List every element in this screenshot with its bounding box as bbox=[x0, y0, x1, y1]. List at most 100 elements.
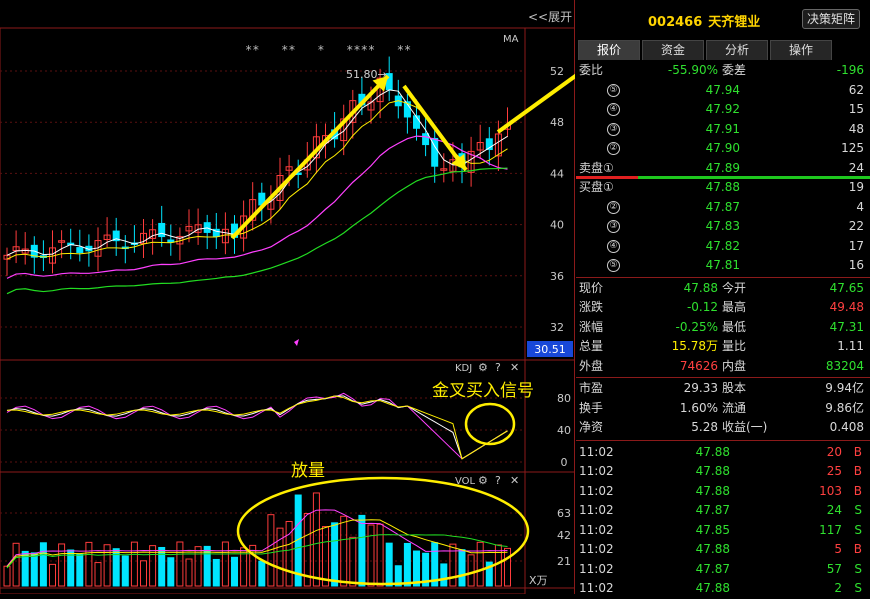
volume-bar-up bbox=[340, 515, 348, 587]
tab-analysis[interactable]: 分析 bbox=[706, 40, 768, 60]
buy-price: 47.82 bbox=[705, 238, 740, 253]
vol-unit: X万 bbox=[529, 574, 548, 587]
tick-volume: 103 bbox=[819, 483, 842, 498]
kline-chart-pane[interactable]: 52 48 44 40 36 32 MA ** ** * **** ** 30.51 51.80→… bbox=[0, 0, 575, 594]
quote-row[interactable]: 涨幅 -0.25% 最低 47.31 bbox=[576, 318, 870, 338]
help-icon: ? bbox=[495, 474, 501, 487]
sell-price: 47.90 bbox=[705, 141, 740, 155]
tick-side: S bbox=[854, 522, 862, 537]
help-icon: ? bbox=[495, 361, 501, 374]
fund-value-2: 9.94亿 bbox=[825, 381, 864, 395]
decision-matrix-button[interactable]: 决策矩阵 bbox=[802, 9, 860, 29]
buy-volume: 17 bbox=[848, 238, 864, 253]
buy-price: 47.83 bbox=[705, 219, 740, 233]
fund-label-1: 换手 bbox=[579, 400, 604, 415]
tick-row[interactable]: 11:02 47.88 20 B bbox=[576, 443, 870, 463]
volume-bar-down bbox=[413, 550, 420, 587]
kdj-label: KDJ bbox=[455, 363, 472, 374]
tick-time: 11:02 bbox=[579, 561, 614, 576]
tick-volume: 25 bbox=[826, 464, 842, 478]
quote-row[interactable]: 外盘 74626 内盘 83204 bbox=[576, 357, 870, 377]
level-marker: ④ bbox=[607, 103, 620, 116]
buy-volume: 4 bbox=[856, 199, 864, 214]
volume-bar-up bbox=[504, 547, 511, 587]
fundamental-row[interactable]: 市盈 29.33 股本 9.94亿 bbox=[576, 379, 870, 399]
tab-quote[interactable]: 报价 bbox=[578, 40, 640, 60]
volume-bar-down bbox=[121, 555, 129, 587]
sell-level-row[interactable]: ② 47.90 125 bbox=[576, 139, 870, 159]
sell-level-row[interactable]: ④ 47.92 15 bbox=[576, 100, 870, 120]
volume-bar-down bbox=[76, 553, 84, 587]
volume-bar-down bbox=[258, 560, 266, 587]
fund-value-1: 5.28 bbox=[691, 420, 718, 434]
price-tick-label: 32 bbox=[550, 321, 564, 334]
section-divider bbox=[576, 377, 870, 378]
tick-price: 47.88 bbox=[695, 542, 730, 556]
volume-bar-up bbox=[176, 541, 184, 587]
quote-label-2: 最高 bbox=[722, 300, 747, 314]
fund-label-1: 市盈 bbox=[579, 381, 604, 395]
fundamental-row[interactable]: 换手 1.60% 流通 9.86亿 bbox=[576, 399, 870, 419]
fundamental-row[interactable]: 净资 5.28 收益(一) 0.408 bbox=[576, 418, 870, 438]
tick-row[interactable]: 11:02 47.88 25 B bbox=[576, 462, 870, 482]
tick-row[interactable]: 11:02 47.87 57 S bbox=[576, 560, 870, 580]
vol-tick-label: 21 bbox=[557, 555, 571, 568]
buy-level-row[interactable]: ② 47.87 4 bbox=[576, 198, 870, 218]
tick-time: 11:02 bbox=[579, 444, 614, 459]
weibi-label: 委比 bbox=[579, 63, 604, 77]
volume-bar-up bbox=[467, 554, 475, 587]
volume-bar-down bbox=[331, 522, 339, 587]
buy-level-row[interactable]: ③ 47.83 22 bbox=[576, 217, 870, 237]
tab-operation[interactable]: 操作 bbox=[770, 40, 832, 60]
tick-time: 11:02 bbox=[579, 522, 614, 537]
tick-price: 47.85 bbox=[695, 522, 730, 537]
weicha-value: -196 bbox=[836, 63, 864, 77]
quote-value-2: 83204 bbox=[825, 358, 864, 373]
buy-level-row[interactable]: 买盘① 47.88 19 bbox=[576, 178, 870, 198]
volume-bar-up bbox=[376, 523, 384, 587]
quote-label-1: 涨跌 bbox=[579, 300, 604, 314]
sell-volume: 62 bbox=[848, 82, 864, 97]
tick-row[interactable]: 11:02 47.85 117 S bbox=[576, 521, 870, 541]
quote-row[interactable]: 涨跌 -0.12 最高 49.48 bbox=[576, 298, 870, 318]
sell-level-row[interactable]: ⑤ 47.94 62 bbox=[576, 81, 870, 101]
quote-label-2: 今开 bbox=[722, 280, 747, 295]
expand-button[interactable]: <<展开 bbox=[528, 8, 572, 25]
volume-bar-down bbox=[158, 546, 166, 587]
tick-row[interactable]: 11:02 47.88 2 S bbox=[576, 579, 870, 599]
sell-level-row[interactable]: ③ 47.91 48 bbox=[576, 120, 870, 140]
quote-label-1: 现价 bbox=[579, 280, 604, 295]
quote-row[interactable]: 总量 15.78万 量比 1.11 bbox=[576, 337, 870, 357]
tick-side: S bbox=[854, 581, 862, 595]
candle-down bbox=[158, 222, 166, 238]
fund-label-1: 净资 bbox=[579, 420, 604, 434]
close-icon: ✕ bbox=[510, 474, 519, 487]
tick-row[interactable]: 11:02 47.88 5 B bbox=[576, 540, 870, 560]
quote-panel: 002466 天齐锂业 决策矩阵 报价 资金 分析 操作 委比 -55.90% 委差 -… bbox=[576, 0, 870, 595]
kline-chart[interactable]: 524844403632MA** ** * **** **30.5151.80→… bbox=[0, 0, 575, 594]
weibi-row[interactable]: 委比 -55.90% 委差 -196 bbox=[576, 61, 870, 81]
volume-bar-up bbox=[349, 536, 357, 587]
volume-bar-up bbox=[130, 541, 138, 587]
tick-row[interactable]: 11:02 47.88 103 B bbox=[576, 482, 870, 502]
fund-value-1: 1.60% bbox=[679, 400, 718, 415]
volume-annotation: 放量 bbox=[291, 461, 325, 481]
buy-level-row[interactable]: ⑤ 47.81 16 bbox=[576, 256, 870, 276]
price-tick-label: 52 bbox=[550, 65, 564, 78]
quote-tabs: 报价 资金 分析 操作 bbox=[578, 40, 834, 60]
tick-side: B bbox=[853, 542, 862, 556]
volume-bar-up bbox=[149, 545, 157, 587]
volume-bar-down bbox=[167, 557, 175, 587]
quote-label-1: 总量 bbox=[579, 339, 604, 353]
quote-label-1: 涨幅 bbox=[579, 319, 604, 334]
volume-bar-down bbox=[403, 542, 411, 587]
tick-row[interactable]: 11:02 47.87 24 S bbox=[576, 501, 870, 521]
tab-funds[interactable]: 资金 bbox=[642, 40, 704, 60]
buy-level-row[interactable]: ④ 47.82 17 bbox=[576, 237, 870, 257]
tick-side: S bbox=[854, 561, 862, 576]
volume-bar-down bbox=[231, 556, 238, 587]
candle-down bbox=[422, 133, 430, 146]
fund-value-1: 29.33 bbox=[683, 381, 718, 395]
quote-row[interactable]: 现价 47.88 今开 47.65 bbox=[576, 279, 870, 299]
volume-bar-up bbox=[312, 492, 320, 587]
